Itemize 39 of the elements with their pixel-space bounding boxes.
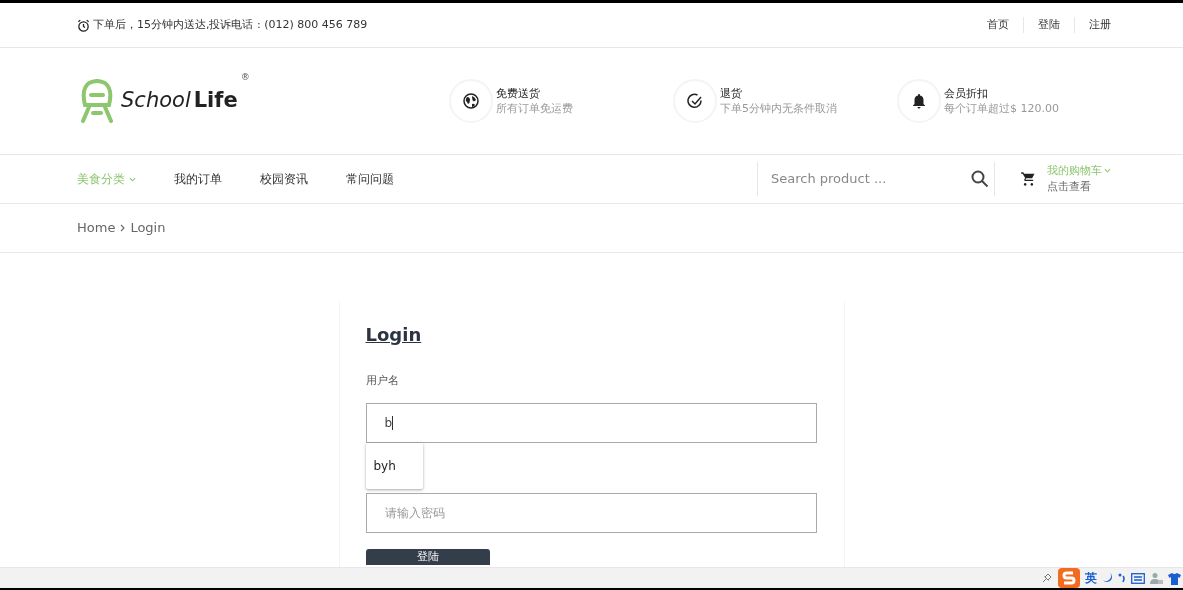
login-title: Login: [365, 323, 422, 347]
breadcrumb-link[interactable]: Home: [77, 218, 116, 238]
keyboard-icon[interactable]: [1131, 572, 1145, 584]
language-indicator[interactable]: 英: [1085, 569, 1097, 587]
feature-subtitle: 每个订单超过$ 120.00: [944, 101, 1059, 116]
registered-mark: ®: [240, 71, 250, 84]
s-logo-icon[interactable]: [1058, 568, 1080, 588]
feature-subtitle: 下单5分钟内无条件取消: [720, 101, 837, 116]
nav-link[interactable]: 常问问题: [346, 170, 394, 188]
username-field[interactable]: b: [365, 402, 817, 443]
bell-icon: [912, 93, 926, 109]
top-link[interactable]: 首页: [987, 16, 1009, 34]
login-button[interactable]: 登陆: [365, 548, 490, 565]
feature-title: 免费送货: [496, 86, 541, 101]
breadcrumb-link[interactable]: Login: [130, 218, 166, 238]
top-link[interactable]: 登陆: [1023, 16, 1060, 34]
check-circle-icon: [687, 93, 703, 109]
top-link[interactable]: 注册: [1074, 16, 1111, 34]
globe-icon: [463, 93, 479, 109]
feature-title: 会员折扣: [944, 86, 989, 101]
username-label: 用户名: [365, 373, 400, 389]
moon-icon[interactable]: [1102, 572, 1113, 584]
search-icon[interactable]: [971, 170, 989, 188]
feature-subtitle: 所有订单免运费: [496, 101, 573, 116]
feature-title: 退货: [720, 86, 743, 101]
notice-text: 下单后，15分钟内送达,投诉电话 : (012) 800 456 789: [93, 16, 368, 33]
cart-subtitle: 点击查看: [1047, 179, 1092, 195]
pin-icon[interactable]: [1041, 572, 1053, 584]
chevron-right-icon: [120, 224, 126, 232]
shirt-icon[interactable]: [1168, 571, 1181, 585]
autocomplete-option[interactable]: byh: [365, 443, 423, 489]
nav-link[interactable]: 校园资讯: [260, 170, 308, 188]
shopping-cart-icon[interactable]: [1020, 171, 1037, 187]
search-field[interactable]: Search product ...: [771, 169, 887, 189]
alarm-clock-icon: [77, 18, 90, 32]
punctuation-icon[interactable]: [1118, 572, 1126, 584]
logo-text: School: [121, 87, 191, 115]
logo-text: Life: [193, 87, 238, 115]
nav-link[interactable]: 我的订单: [174, 170, 222, 188]
